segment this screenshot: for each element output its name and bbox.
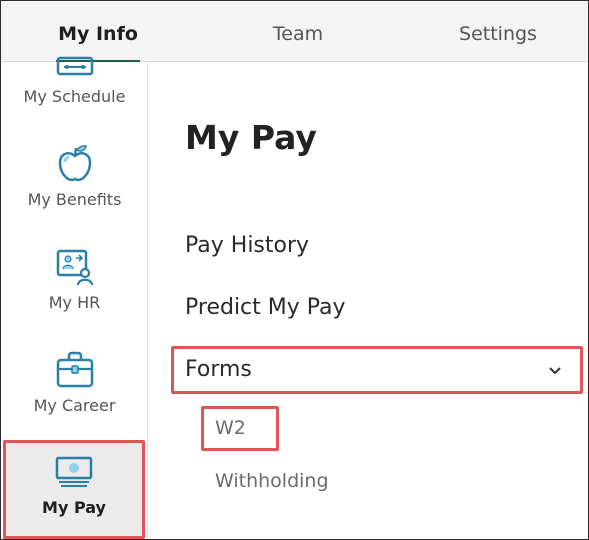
sidebar-item-my-career[interactable]: My Career (1, 343, 148, 428)
sidebar-item-my-benefits[interactable]: My Benefits (1, 137, 148, 222)
sidebar-item-label: My HR (48, 293, 101, 312)
withholding-link[interactable]: Withholding (215, 470, 329, 492)
tab-team-label: Team (272, 23, 324, 45)
calendar-icon (56, 56, 93, 76)
sidebar-item-label: My Pay (42, 498, 106, 517)
sidebar-item-label: My Benefits (27, 190, 122, 209)
chevron-down-icon[interactable] (548, 364, 562, 378)
apple-icon (58, 145, 91, 182)
sidebar-item-label: My Career (33, 396, 116, 415)
w2-link[interactable]: W2 (215, 417, 246, 439)
page-title: My Pay (185, 118, 317, 157)
app-frame: My Info Team Settings My Schedule My Ben… (0, 0, 589, 540)
forms-toggle[interactable]: Forms (185, 357, 252, 382)
briefcase-icon (56, 351, 93, 388)
sidebar-item-my-schedule[interactable]: My Schedule (1, 22, 148, 117)
tab-settings[interactable]: Settings (453, 1, 543, 62)
people-board-icon (56, 249, 93, 286)
sidebar: My Schedule My Benefits My HR My Career … (1, 56, 148, 539)
forms-label: Forms (185, 357, 252, 382)
sidebar-item-my-pay[interactable]: My Pay (5, 440, 143, 538)
tab-team[interactable]: Team (263, 1, 333, 62)
main-content: My Pay Pay History Predict My Pay Forms … (149, 62, 588, 539)
pay-history-link[interactable]: Pay History (185, 233, 309, 258)
predict-my-pay-link[interactable]: Predict My Pay (185, 295, 346, 320)
tab-settings-label: Settings (459, 23, 537, 45)
sidebar-item-my-hr[interactable]: My HR (1, 240, 148, 325)
money-icon (55, 456, 93, 487)
sidebar-item-label: My Schedule (23, 87, 126, 106)
